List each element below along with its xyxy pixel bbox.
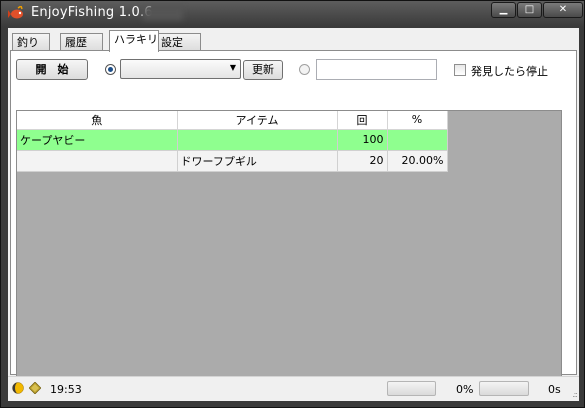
vana-time: 19:53 <box>50 383 82 396</box>
progress-bar-2 <box>479 381 529 396</box>
table-row[interactable]: ケープヤビー 100 <box>17 129 448 151</box>
fish-app-icon <box>8 6 23 19</box>
harakiri-grid: 魚 アイテム 回 % ケープヤビー 100 ドワーフプギル 20 20.00% <box>16 110 562 396</box>
progress-bar-1 <box>387 381 436 396</box>
stop-on-find-label: 発見したら停止 <box>471 65 548 78</box>
radio-combo-source[interactable] <box>105 64 116 75</box>
table-header-row: 魚 アイテム 回 % <box>17 111 448 130</box>
window-controls: ▁ □ ✕ <box>491 2 584 19</box>
title-blur <box>143 6 183 20</box>
stop-on-find-checkbox[interactable] <box>454 64 466 76</box>
radio-text-source[interactable] <box>299 64 310 75</box>
cell-item <box>177 129 338 151</box>
cell-percent: 20.00% <box>387 150 448 172</box>
tab-fishing[interactable]: 釣り <box>12 33 50 51</box>
title-bar[interactable]: EnjoyFishing 1.0.6 ▁ □ ✕ <box>1 1 584 27</box>
progress-percent: 0% <box>456 383 474 396</box>
cell-count: 20 <box>337 150 388 172</box>
minimize-button[interactable]: ▁ <box>491 2 516 18</box>
chevron-down-icon: ▼ <box>229 63 236 72</box>
resize-grip-icon[interactable]: .:: <box>572 390 578 399</box>
column-header-count[interactable]: 回 <box>337 111 388 130</box>
cell-fish: ケープヤビー <box>17 129 178 151</box>
fish-select[interactable]: ▼ <box>120 59 241 79</box>
update-button[interactable]: 更新 <box>243 60 283 80</box>
tab-harakiri[interactable]: ハラキリ <box>109 30 159 52</box>
tab-history[interactable]: 履歴 <box>60 33 103 51</box>
fish-name-input[interactable] <box>316 59 437 80</box>
close-button[interactable]: ✕ <box>543 2 583 18</box>
weather-icon <box>29 382 41 394</box>
table-row[interactable]: ドワーフプギル 20 20.00% <box>17 150 448 172</box>
results-table: 魚 アイテム 回 % ケープヤビー 100 ドワーフプギル 20 20.00% <box>17 111 448 172</box>
column-header-percent[interactable]: % <box>387 111 448 130</box>
cell-fish <box>17 150 178 172</box>
column-header-item[interactable]: アイテム <box>177 111 338 130</box>
moon-icon <box>12 382 24 394</box>
cell-percent <box>387 129 448 151</box>
start-button[interactable]: 開 始 <box>16 59 88 80</box>
window-title: EnjoyFishing 1.0.6 <box>31 5 153 20</box>
client-area: 釣り 履歴 ハラキリ 設定 開 始 ▼ 更新 発見したら停止 魚 アイテム 回 … <box>8 28 579 401</box>
app-window: EnjoyFishing 1.0.6 ▁ □ ✕ 釣り 履歴 ハラキリ 設定 開… <box>0 0 585 408</box>
elapsed-seconds: 0s <box>548 383 561 396</box>
cell-count: 100 <box>337 129 388 151</box>
cell-item: ドワーフプギル <box>177 150 338 172</box>
tab-settings[interactable]: 設定 <box>156 33 201 51</box>
radio-selected-dot <box>108 67 113 72</box>
maximize-button[interactable]: □ <box>517 2 542 18</box>
status-bar: 19:53 0% 0s .:: <box>8 376 579 401</box>
harakiri-panel: 開 始 ▼ 更新 発見したら停止 魚 アイテム 回 % ケープヤビー 100 ド… <box>10 50 577 396</box>
column-header-fish[interactable]: 魚 <box>17 111 178 130</box>
